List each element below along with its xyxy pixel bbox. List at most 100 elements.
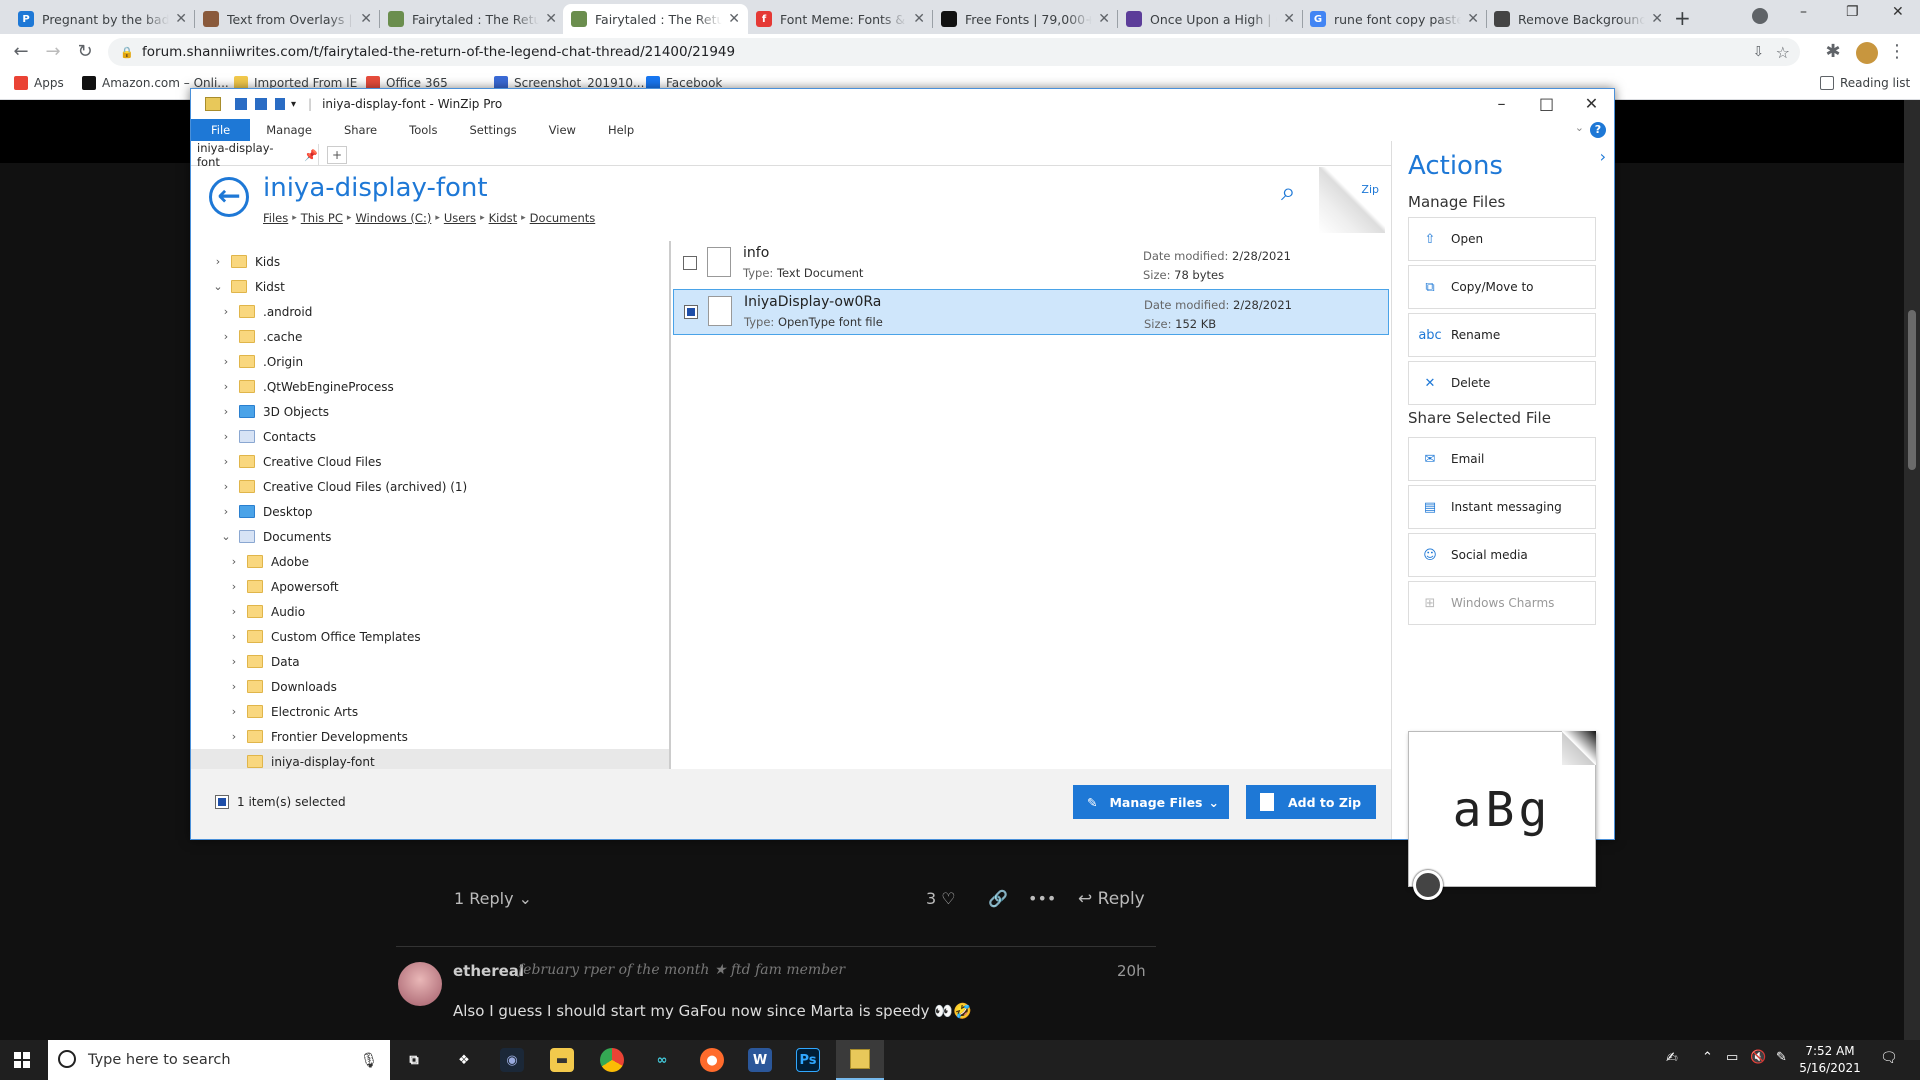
like-button[interactable]: 3 ♡ [926,889,956,908]
tab-close-icon[interactable]: ✕ [913,11,925,27]
post-username[interactable]: ethereal [453,962,524,980]
action-open[interactable]: ⇧ Open [1408,217,1596,261]
tree-item[interactable]: › .QtWebEngineProcess [219,374,394,399]
breadcrumb-item[interactable]: Kidst [489,211,518,225]
tab-close-icon[interactable]: ✕ [360,11,372,27]
tree-item[interactable]: › Kids [211,249,280,274]
tab-close-icon[interactable]: ✕ [1283,11,1295,27]
photoshop-icon[interactable]: Ps [796,1048,820,1072]
taskbar-search-input[interactable]: Type here to search 🎙 [48,1040,390,1080]
file-row[interactable]: info Type: Text Document Date modified: 2/… [673,241,1389,287]
ribbon-collapse-icon[interactable]: ⌄ [1575,121,1584,134]
chevron-right-icon[interactable]: › [219,480,233,493]
browser-tab[interactable]: Free Fonts | 79,000+ F ✕ [933,4,1118,34]
show-hidden-icons[interactable]: ⌃ [1702,1050,1713,1065]
chevron-right-icon[interactable]: › [227,680,241,693]
file-row[interactable]: IniyaDisplay-ow0Ra Type: OpenType font fi… [673,289,1389,335]
star-icon[interactable]: ☆ [1776,43,1790,62]
action-email[interactable]: ✉ Email [1408,437,1596,481]
tab-search-icon[interactable] [1752,8,1768,24]
window-restore-icon[interactable]: ❐ [1846,4,1859,20]
volume-muted-icon[interactable]: 🔇 [1750,1050,1766,1065]
chevron-right-icon[interactable]: › [219,355,233,368]
back-icon[interactable]: ← [10,42,32,62]
browser-tab[interactable]: Fairytaled : The Retu ✕ [563,4,748,34]
ribbon-tab-help[interactable]: Help [592,119,650,141]
pin-icon[interactable]: 📌 [304,149,318,162]
action-social-media[interactable]: ☺ Social media [1408,533,1596,577]
notifications-icon[interactable]: 🗨 [1880,1050,1898,1066]
chevron-right-icon[interactable]: › [227,630,241,643]
ribbon-tab-share[interactable]: Share [328,119,393,141]
chevron-right-icon[interactable]: › [219,380,233,393]
reply-count-button[interactable]: 1 Reply ⌄ [454,889,532,908]
window-close-icon[interactable]: ✕ [1892,4,1904,20]
browser-tab[interactable]: Fairytaled : The Retu ✕ [380,4,565,34]
browser-tab[interactable]: Grune font copy paste ✕ [1302,4,1487,34]
save-as-icon[interactable] [255,98,267,110]
manage-files-button[interactable]: ✎ Manage Files ⌄ [1073,785,1229,819]
extensions-icon[interactable]: ✱ [1822,42,1844,62]
ribbon-tab-settings[interactable]: Settings [453,119,532,141]
windows-start-icon[interactable] [14,1052,30,1068]
chevron-down-icon[interactable]: ⌄ [211,280,225,293]
tree-item[interactable]: › Downloads [227,674,337,699]
file-checkbox[interactable] [683,256,697,270]
tab-close-icon[interactable]: ✕ [1098,11,1110,27]
chevron-right-icon[interactable]: › [219,405,233,418]
preview-select-icon[interactable] [1413,870,1443,900]
tree-item[interactable]: ⌄ Kidst [211,274,284,299]
tab-close-icon[interactable]: ✕ [175,11,187,27]
link-icon[interactable]: 🔗 [988,889,1008,908]
reply-button[interactable]: ↩ Reply [1078,889,1145,909]
chevron-right-icon[interactable]: › [227,705,241,718]
back-button[interactable]: ← [209,177,249,217]
pen-icon[interactable]: ✍ [1666,1050,1678,1066]
file-checkbox[interactable] [684,305,698,319]
ribbon-tab-tools[interactable]: Tools [393,119,453,141]
tab-close-icon[interactable]: ✕ [1651,11,1663,27]
tree-item[interactable]: › Creative Cloud Files [219,449,382,474]
action-windows-charms[interactable]: ⊞ Windows Charms [1408,581,1596,625]
save-icon[interactable] [235,98,247,110]
network-icon[interactable]: ▭ [1726,1050,1738,1065]
tab-iniya-display-font[interactable]: iniya-display-font 📌 [191,141,319,169]
breadcrumb-item[interactable]: Documents [530,211,596,225]
origin-icon[interactable]: ● [700,1048,724,1072]
browser-tab[interactable]: Remove Background f ✕ [1486,4,1671,34]
tree-item[interactable]: › Adobe [227,549,309,574]
avatar[interactable] [398,962,442,1006]
apps-bookmark[interactable]: Apps [14,76,64,90]
minimize-button[interactable]: – [1479,89,1524,119]
maximize-button[interactable]: □ [1524,89,1569,119]
title-bar[interactable]: ▾ | iniya-display-font - WinZip Pro – □ … [191,89,1614,119]
word-icon[interactable]: W [748,1048,772,1072]
dropbox-icon[interactable]: ❖ [452,1048,476,1072]
tab-close-icon[interactable]: ✕ [728,11,740,27]
page-scrollbar[interactable] [1904,100,1920,1040]
browser-tab[interactable]: P Pregnant by the bad p ✕ [10,4,195,34]
breadcrumb-item[interactable]: Files [263,211,288,225]
chevron-down-icon[interactable]: ⌄ [219,530,233,543]
chevron-right-icon[interactable]: › [227,655,241,668]
install-icon[interactable]: ⇩ [1753,44,1764,60]
profile-avatar[interactable] [1856,42,1878,64]
ribbon-tab-file[interactable]: File [191,119,251,141]
browser-tab[interactable]: Text from Overlays | D ✕ [195,4,380,34]
chevron-right-icon[interactable]: › [227,730,241,743]
select-all-checkbox[interactable] [215,795,229,809]
tree-item[interactable]: › Apowersoft [227,574,339,599]
breadcrumb-item[interactable]: This PC [301,211,343,225]
more-icon[interactable]: ••• [1028,889,1056,908]
chevron-right-icon[interactable]: › [227,605,241,618]
search-icon[interactable]: ⌕ [1281,177,1296,208]
tree-item[interactable]: › .cache [219,324,303,349]
chevron-right-icon[interactable]: › [211,255,225,268]
tree-item[interactable]: › Contacts [219,424,316,449]
chevron-right-icon[interactable]: › [219,330,233,343]
chevron-down-icon[interactable]: ⌄ [1209,795,1219,810]
winzip-taskbar-button[interactable] [836,1040,884,1080]
add-to-zip-button[interactable]: Add to Zip [1246,785,1376,819]
breadcrumb-item[interactable]: Users [444,211,476,225]
actions-collapse-icon[interactable]: › [1600,147,1606,166]
